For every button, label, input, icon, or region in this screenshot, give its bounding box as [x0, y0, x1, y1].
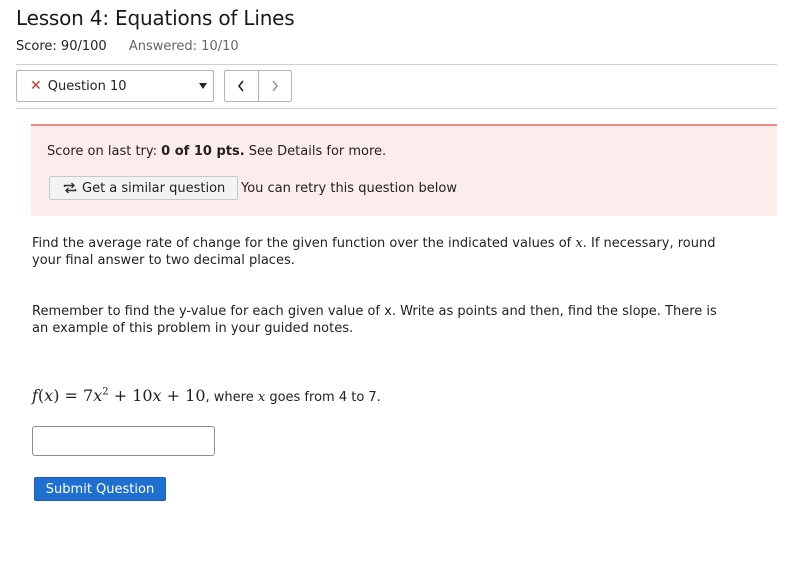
function-statement: f(x) = 7x2 + 10x + 10, where x goes from…: [32, 386, 381, 405]
question-selector-label: Question 10: [47, 78, 127, 94]
last-try-points: 0 of 10 pts.: [161, 144, 245, 159]
next-question-button[interactable]: [259, 71, 292, 101]
chevron-right-icon: [272, 80, 278, 92]
retry-hint: You can retry this question below: [241, 181, 457, 196]
question-nav: [224, 70, 292, 102]
last-try-score: Score on last try: 0 of 10 pts. See Deta…: [47, 144, 386, 159]
question-selector[interactable]: ✕ Question 10: [16, 70, 214, 102]
caret-down-icon: [199, 83, 207, 89]
retry-arrows-icon: [63, 182, 77, 194]
question-instructions: Find the average rate of change for the …: [32, 235, 732, 269]
instr-variable: x: [575, 236, 583, 251]
previous-question-button[interactable]: [225, 71, 259, 101]
last-try-suffix: See Details for more.: [244, 144, 387, 159]
question-hint: Remember to find the y-value for each gi…: [32, 304, 717, 336]
chevron-left-icon: [238, 80, 244, 92]
score-text: Score: 90/100: [16, 39, 107, 54]
similar-question-button[interactable]: Get a similar question: [49, 176, 239, 200]
where-text: , where: [205, 390, 258, 405]
range-text: goes from 4 to 7.: [265, 390, 381, 405]
instr-text-a: Find the average rate of change for the …: [32, 236, 576, 251]
submit-question-button[interactable]: Submit Question: [34, 477, 166, 501]
score-summary: Score: 90/100 Answered: 10/10: [16, 39, 239, 54]
divider-top: [16, 64, 777, 65]
incorrect-x-icon: ✕: [30, 78, 42, 94]
last-try-prefix: Score on last try:: [47, 144, 162, 159]
similar-question-label: Get a similar question: [82, 180, 226, 196]
divider-bottom: [16, 108, 777, 109]
page-title: Lesson 4: Equations of Lines: [16, 6, 295, 30]
answer-input[interactable]: [32, 426, 215, 456]
answered-text: Answered: 10/10: [128, 39, 239, 54]
function-formula: f(x) = 7x2 + 10x + 10: [32, 386, 206, 405]
feedback-panel: Score on last try: 0 of 10 pts. See Deta…: [31, 124, 777, 216]
